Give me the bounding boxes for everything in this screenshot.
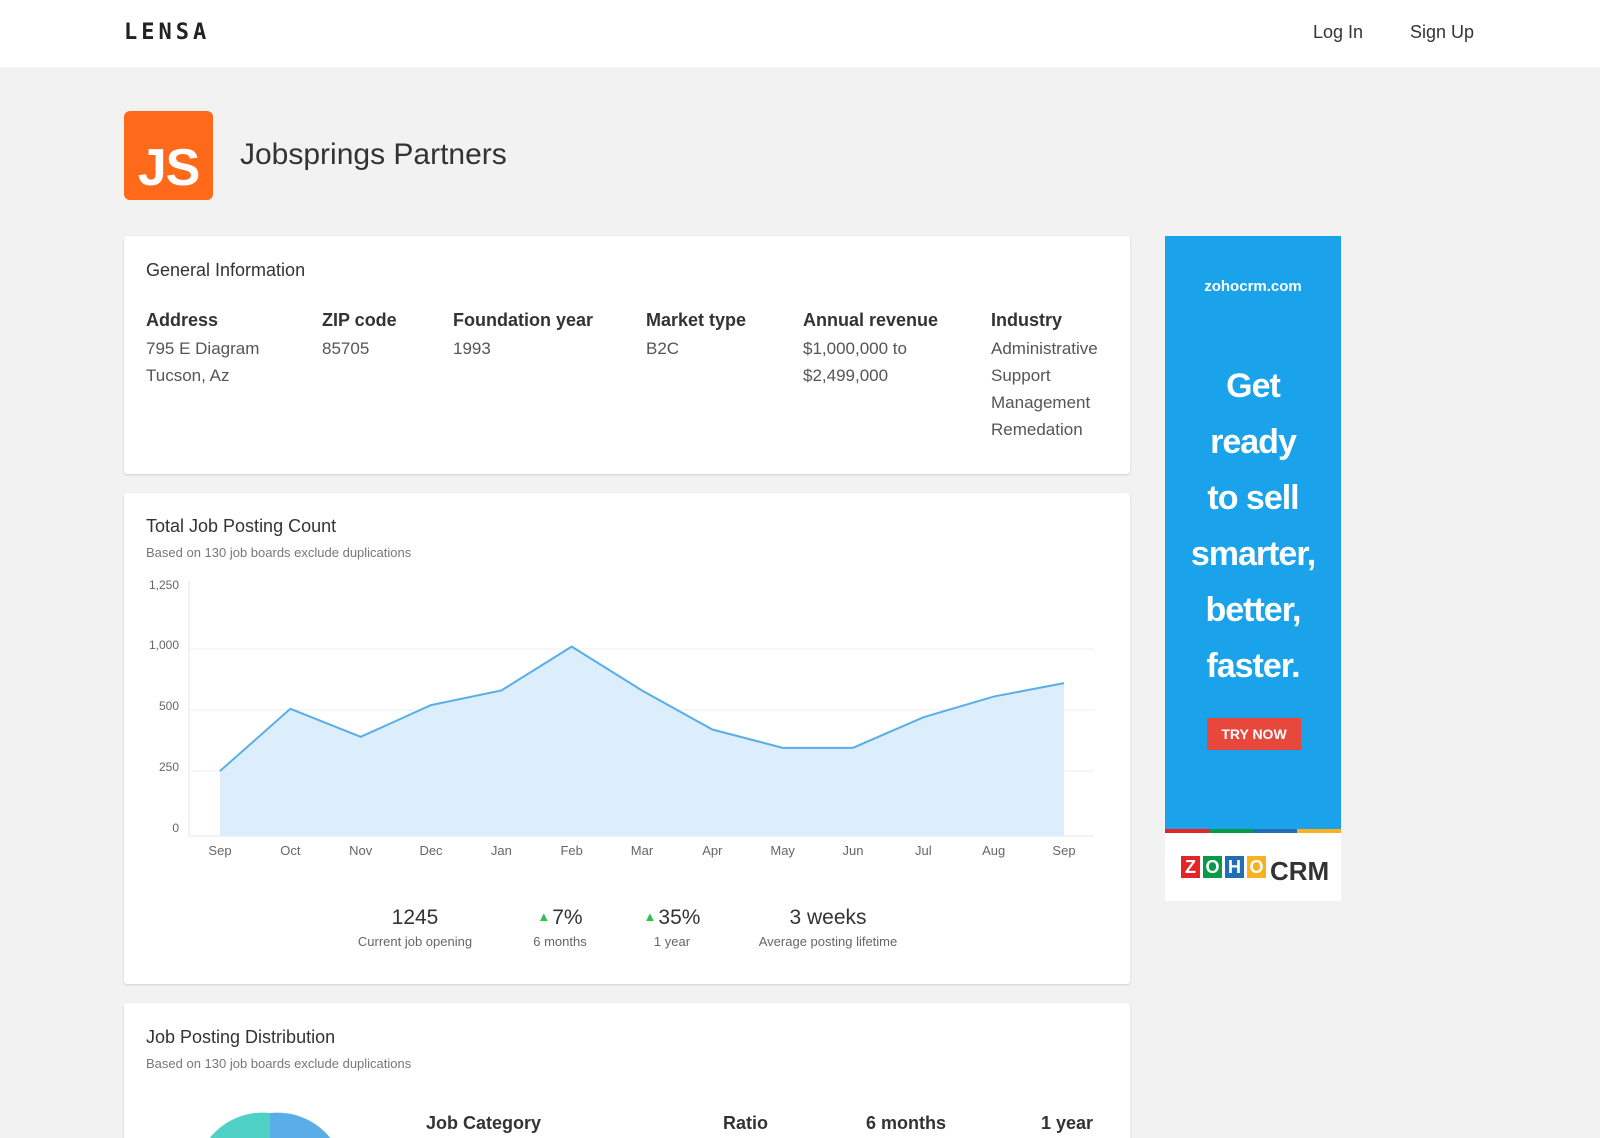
ad-domain: zohocrm.com	[1204, 278, 1302, 295]
x-tick-label: Jan	[491, 843, 512, 858]
job-posting-line-chart: 0 250 500 1,000 1,250 Sep Oct Nov Dec Jan Feb Mar Ap…	[149, 578, 1094, 858]
stat-value-text: 1245	[391, 906, 439, 929]
y-tick-label: 1,000	[149, 638, 179, 652]
info-value: $2,499,000	[803, 366, 889, 385]
general-information-card: General Information Address 795 E Diagram…	[124, 236, 1130, 474]
info-value: 85705	[322, 339, 370, 358]
column-header-job-category[interactable]: Job Category	[426, 1113, 541, 1134]
lensa-logo[interactable]: LENSA	[124, 20, 210, 45]
distribution-pie-chart	[209, 1112, 331, 1138]
info-column: Annual revenue $1,000,000 to $2,499,000	[803, 310, 938, 389]
pie-slice-teal	[209, 1112, 270, 1138]
column-header-1-year[interactable]: 1 year	[1041, 1113, 1093, 1134]
ad-headline: Get ready to sell smarter, better, faster.	[1165, 358, 1341, 694]
stat-value: 3 weeks	[728, 906, 928, 930]
crm-text: CRM	[1270, 856, 1330, 886]
info-column: Industry Administrative Support Management R…	[991, 310, 1098, 443]
info-value: Tucson, Az	[146, 366, 230, 385]
stat-item: 3 weeks Average posting lifetime	[728, 906, 928, 949]
stat-value-text: 35%	[658, 906, 701, 929]
info-value: Support	[991, 366, 1051, 385]
column-header-6-months[interactable]: 6 months	[866, 1113, 946, 1134]
info-value: B2C	[646, 339, 680, 358]
ad-headline-line: better,	[1205, 591, 1301, 629]
job-posting-count-card: Total Job Posting Count Based on 130 job…	[124, 493, 1130, 984]
job-posting-distribution-card: Job Posting Distribution Based on 130 jo…	[124, 1003, 1130, 1138]
trend-up-icon: ▲	[537, 909, 551, 924]
zoho-letter: H	[1224, 855, 1245, 879]
x-tick-label: Nov	[349, 843, 373, 858]
ad-headline-line: faster.	[1206, 647, 1300, 685]
x-tick-label: Dec	[419, 843, 443, 858]
company-logo: JS	[124, 111, 213, 200]
info-value: Management	[991, 393, 1091, 412]
zoho-letter: Z	[1180, 855, 1201, 879]
general-information-title: General Information	[146, 260, 306, 280]
y-tick-label: 250	[159, 760, 179, 774]
company-name: Jobsprings Partners	[240, 138, 507, 171]
zoho-letter: O	[1202, 855, 1223, 879]
ad-banner[interactable]: zohocrm.com Get ready to sell smarter, bette…	[1165, 236, 1341, 829]
info-column: ZIP code 85705	[322, 310, 397, 362]
x-tick-label: Feb	[560, 843, 582, 858]
stat-value-text: 3 weeks	[789, 906, 867, 929]
login-link[interactable]: Log In	[1313, 22, 1363, 43]
try-now-button[interactable]: TRY NOW	[1207, 718, 1301, 750]
column-header-ratio[interactable]: Ratio	[723, 1113, 768, 1134]
ad-headline-line: to sell	[1207, 479, 1299, 517]
ad-headline-line: ready	[1210, 423, 1297, 461]
info-label: Foundation year	[453, 310, 594, 330]
series-area	[220, 646, 1064, 836]
y-tick-label: 1,250	[149, 578, 179, 592]
job-posting-distribution-title: Job Posting Distribution	[146, 1027, 336, 1047]
x-tick-label: May	[770, 843, 795, 858]
x-tick-label: Sep	[208, 843, 231, 858]
x-tick-label: Mar	[631, 843, 654, 858]
stat-label: Average posting lifetime	[758, 934, 898, 949]
x-tick-label: Jun	[843, 843, 864, 858]
ad-headline-line: Get	[1226, 367, 1281, 405]
x-tick-label: Oct	[280, 843, 301, 858]
info-label: Market type	[646, 310, 747, 330]
top-navbar: LENSA Log In Sign Up	[0, 0, 1600, 67]
y-tick-label: 0	[172, 821, 179, 835]
ad-headline-line: smarter,	[1190, 535, 1316, 573]
info-label: Annual revenue	[803, 310, 939, 330]
info-value: 795 E Diagram	[146, 339, 260, 358]
info-value: $1,000,000 to	[803, 339, 907, 358]
info-column: Market type B2C	[646, 310, 746, 362]
x-tick-label: Sep	[1052, 843, 1075, 858]
x-tick-label: Aug	[982, 843, 1005, 858]
info-label: Address	[146, 310, 219, 330]
y-tick-label: 500	[159, 699, 179, 713]
info-column: Address 795 E Diagram Tucson, Az	[146, 310, 259, 389]
job-posting-distribution-subtitle: Based on 130 job boards exclude duplicat…	[146, 1056, 412, 1071]
info-value: 1993	[453, 339, 491, 358]
x-tick-label: Jul	[915, 843, 932, 858]
info-label: ZIP code	[322, 310, 397, 330]
info-value: Administrative	[991, 339, 1098, 358]
info-column: Foundation year 1993	[453, 310, 593, 362]
zoho-letter: O	[1246, 855, 1267, 879]
info-label: Industry	[991, 310, 1063, 330]
x-tick-label: Apr	[702, 843, 723, 858]
signup-link[interactable]: Sign Up	[1410, 22, 1474, 43]
zoho-crm-logo: ZOHO CRM	[1165, 833, 1341, 901]
zoho-crm-ad[interactable]: zohocrm.com Get ready to sell smarter, bette…	[1165, 236, 1341, 901]
pie-slice-blue	[270, 1112, 331, 1138]
info-value: Remedation	[991, 420, 1083, 439]
trend-up-icon: ▲	[643, 909, 657, 924]
